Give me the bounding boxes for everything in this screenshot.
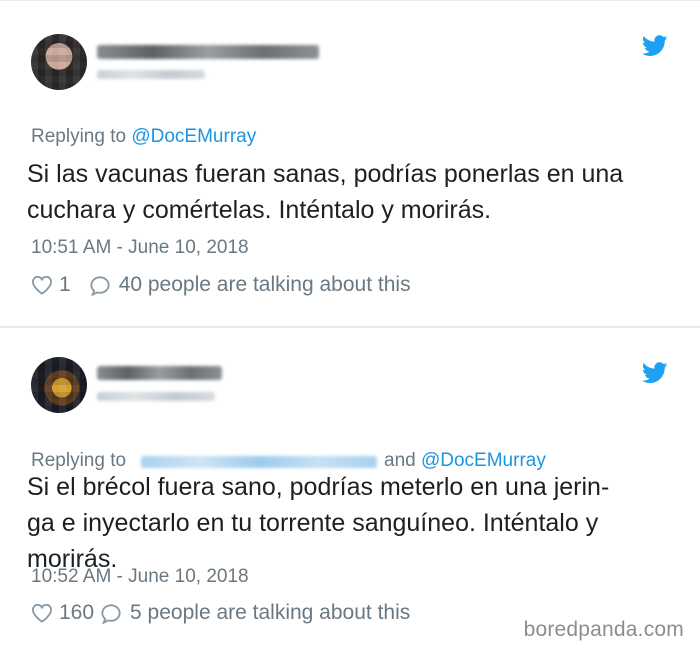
talking-about[interactable]: 40 people are talking about this bbox=[119, 273, 411, 297]
blurred-mention bbox=[141, 456, 377, 468]
tweet-card: Replying to @DocEMurray Si las vacunas f… bbox=[0, 0, 700, 327]
blurred-handle bbox=[97, 70, 205, 79]
twitter-bird-icon[interactable] bbox=[642, 35, 668, 57]
replying-prefix: Replying to bbox=[31, 450, 127, 471]
heart-icon[interactable] bbox=[31, 275, 53, 295]
blurred-display-name bbox=[97, 45, 319, 59]
replying-prefix: Replying to bbox=[31, 126, 127, 147]
tweet-text: Si el brécol fuera sano, podrías meterlo… bbox=[27, 469, 609, 577]
like-count: 1 bbox=[59, 273, 71, 296]
tweet-text-line: Si el brécol fuera sano, podrías meterlo… bbox=[27, 473, 610, 501]
mention-link[interactable]: @DocEMurray bbox=[131, 126, 256, 147]
blurred-handle bbox=[97, 392, 215, 401]
avatar[interactable] bbox=[31, 34, 87, 90]
tweet-actions: 1 40 people are talking about this bbox=[31, 273, 411, 297]
watermark: boredpanda.com bbox=[523, 618, 684, 641]
tweet-card: Replying to and @DocEMurray Si el brécol… bbox=[0, 327, 700, 654]
comment-icon[interactable] bbox=[100, 603, 122, 624]
twitter-bird-icon[interactable] bbox=[642, 362, 668, 384]
replying-and: and bbox=[384, 450, 416, 471]
tweet-text-line: Si las vacunas fueran sanas, podrías pon… bbox=[27, 160, 624, 188]
like-count: 160 bbox=[59, 601, 95, 624]
comment-icon[interactable] bbox=[89, 275, 111, 296]
tweet-text-line: cuchara y comértelas. Inténtalo y morirá… bbox=[27, 196, 492, 224]
replying-to-line: Replying to @DocEMurray bbox=[31, 126, 256, 148]
timestamp[interactable]: 10:52 AM - June 10, 2018 bbox=[31, 566, 249, 588]
timestamp[interactable]: 10:51 AM - June 10, 2018 bbox=[31, 237, 249, 259]
mention-link[interactable]: @DocEMurray bbox=[421, 450, 546, 471]
avatar[interactable] bbox=[31, 357, 87, 413]
tweet-text-line: ga e inyectarlo en tu torrente sanguíneo… bbox=[27, 509, 599, 537]
blurred-display-name bbox=[97, 366, 222, 380]
tweet-text: Si las vacunas fueran sanas, podrías pon… bbox=[27, 156, 623, 228]
tweet-actions: 160 5 people are talking about this bbox=[31, 601, 410, 625]
heart-icon[interactable] bbox=[31, 603, 53, 623]
talking-about[interactable]: 5 people are talking about this bbox=[130, 601, 410, 625]
